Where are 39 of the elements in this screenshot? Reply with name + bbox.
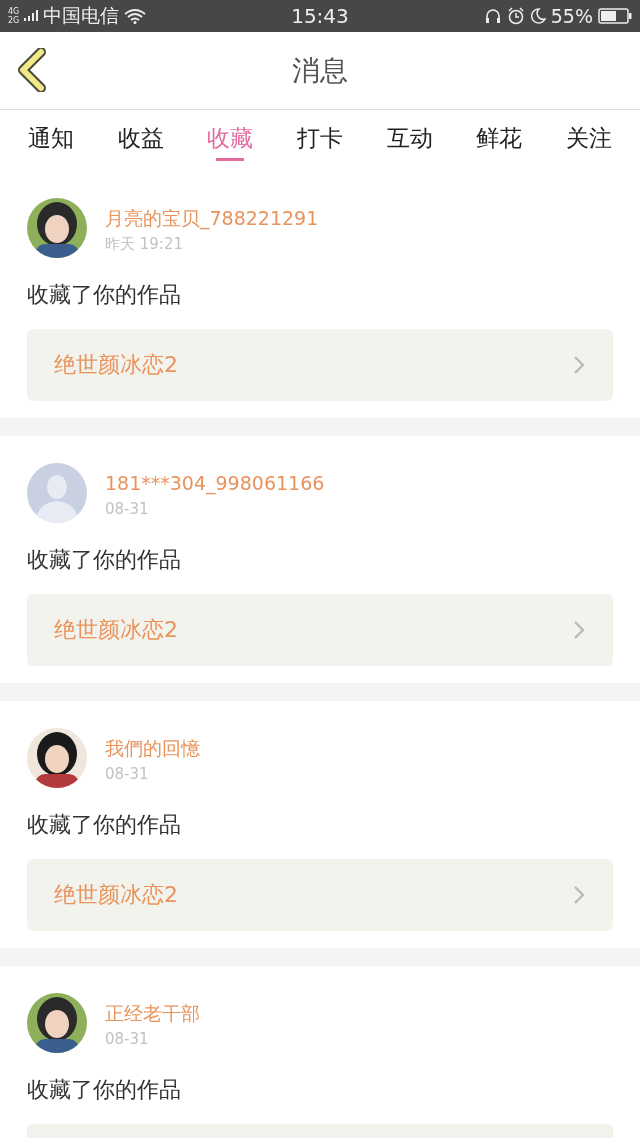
- tab[interactable]: 关注: [566, 110, 613, 161]
- carrier-name: 中国电信: [43, 3, 120, 28]
- chevron-right-icon: [573, 620, 585, 640]
- timestamp: 08-31: [105, 764, 150, 785]
- message-text: 收藏了你的作品: [27, 546, 182, 574]
- work-link[interactable]: 绝世颜冰恋2: [27, 329, 613, 401]
- network-label: 2G: [8, 16, 20, 25]
- tab[interactable]: 收益: [117, 110, 164, 161]
- timestamp: 08-31: [105, 499, 150, 520]
- user-name[interactable]: 月亮的宝贝_788221291: [105, 204, 319, 232]
- timestamp: 08-31: [105, 1029, 150, 1050]
- message-text: 收藏了你的作品: [27, 281, 182, 309]
- network-label: 4G: [8, 7, 20, 16]
- headphones-icon: [483, 7, 502, 25]
- work-link[interactable]: 绝世颜冰恋2: [27, 594, 613, 666]
- back-button[interactable]: [16, 48, 48, 94]
- tab[interactable]: 通知: [27, 110, 74, 161]
- chevron-right-icon: [573, 355, 585, 375]
- tab[interactable]: 鲜花: [476, 110, 523, 161]
- battery-icon: [598, 8, 632, 24]
- chevron-right-icon: [573, 885, 585, 905]
- user-name[interactable]: 正经老干部: [105, 999, 200, 1027]
- timestamp: 昨天 19:21: [105, 234, 184, 255]
- moon-icon: [529, 7, 546, 25]
- alarm-icon: [506, 7, 525, 25]
- wifi-icon: [124, 8, 147, 24]
- page-title: 消息: [292, 52, 348, 89]
- tab[interactable]: 打卡: [296, 110, 343, 161]
- signal-icon: [24, 10, 39, 22]
- tab[interactable]: 互动: [386, 110, 433, 161]
- message-text: 收藏了你的作品: [27, 811, 182, 839]
- user-name[interactable]: 181***304_998061166: [105, 469, 325, 497]
- battery-percent: 55%: [550, 5, 593, 27]
- tab[interactable]: 收藏: [207, 110, 254, 161]
- message-text: 收藏了你的作品: [27, 1076, 182, 1104]
- clock: 15:43: [291, 4, 349, 28]
- work-link[interactable]: 绝世颜冰恋2: [27, 859, 613, 931]
- avatar-silhouette-icon: [27, 463, 87, 523]
- user-name[interactable]: 我們的回憶: [105, 734, 200, 762]
